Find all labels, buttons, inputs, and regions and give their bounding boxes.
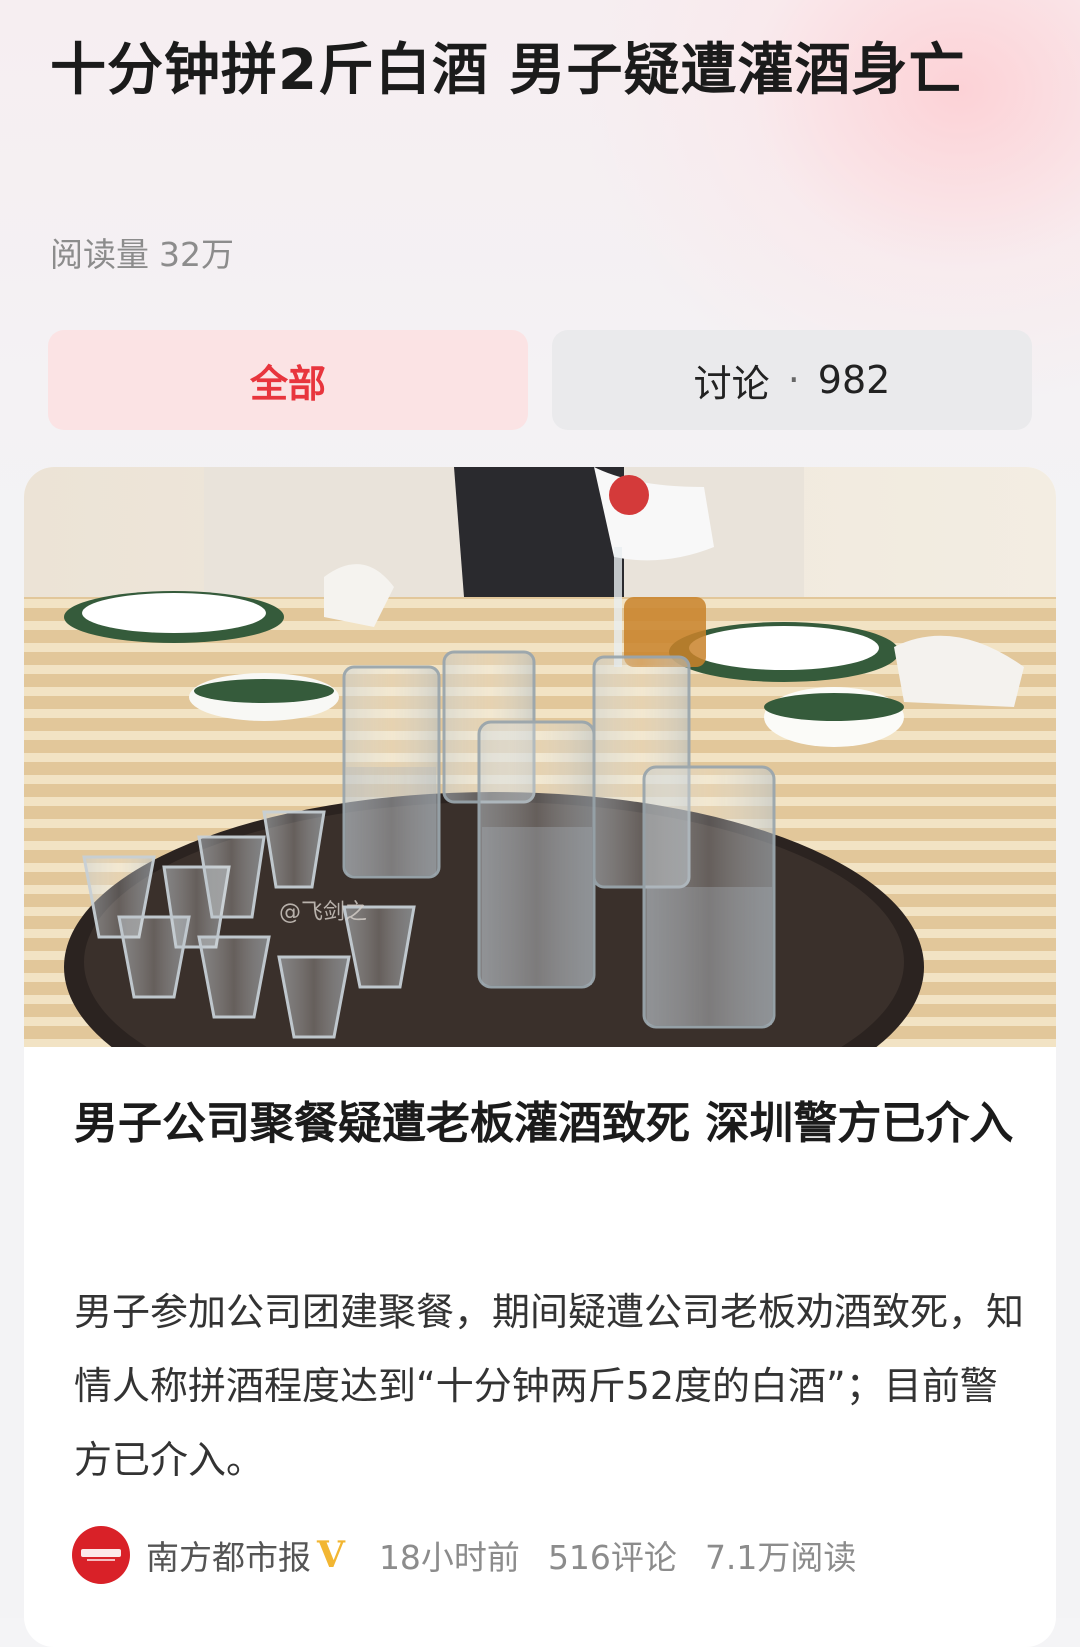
- topic-header: 十分钟拼2斤白酒 男子疑遭灌酒身亡: [50, 28, 1040, 114]
- newspaper-logo-icon[interactable]: [72, 1526, 130, 1584]
- article-source[interactable]: 南方都市报: [146, 1531, 311, 1579]
- tab-discussion-label: 讨论: [693, 361, 770, 406]
- article-comment-count[interactable]: 516评论: [548, 1531, 677, 1579]
- tab-all[interactable]: 全部: [48, 330, 528, 430]
- article-title[interactable]: 男子公司聚餐疑遭老板灌酒致死 深圳警方已介入: [74, 1087, 1024, 1161]
- article-summary: 男子参加公司团建聚餐，期间疑遭公司老板劝酒致死，知情人称拼酒程度达到“十分钟两斤…: [74, 1290, 1025, 1482]
- read-count-value: 32万: [159, 235, 234, 274]
- read-count-label: 阅读量: [50, 235, 149, 274]
- article-meta: 南方都市报 V 18小时前 516评论 7.1万阅读: [72, 1525, 856, 1585]
- image-watermark: @飞剑之: [279, 900, 367, 925]
- newspaper-logo-glyph: [81, 1549, 121, 1561]
- tab-bar: 全部 讨论 · 982: [48, 330, 1032, 430]
- article-card[interactable]: @飞剑之 男子公司聚餐疑遭老板灌酒致死 深圳警方已介入 男子参加公司团建聚餐，期…: [24, 467, 1056, 1647]
- tab-discussion-count: 982: [817, 358, 891, 402]
- article-time: 18小时前: [378, 1538, 520, 1577]
- tab-discussion-separator: ·: [787, 358, 800, 402]
- tab-all-label: 全部: [249, 361, 326, 406]
- read-count: 阅读量 32万: [50, 228, 234, 276]
- page-title: 十分钟拼2斤白酒 男子疑遭灌酒身亡: [50, 38, 966, 103]
- tab-discussion[interactable]: 讨论 · 982: [552, 330, 1032, 430]
- article-read-count: 7.1万阅读: [704, 1538, 857, 1577]
- article-image[interactable]: @飞剑之: [24, 467, 1056, 1047]
- verified-v-icon: V: [317, 1534, 345, 1576]
